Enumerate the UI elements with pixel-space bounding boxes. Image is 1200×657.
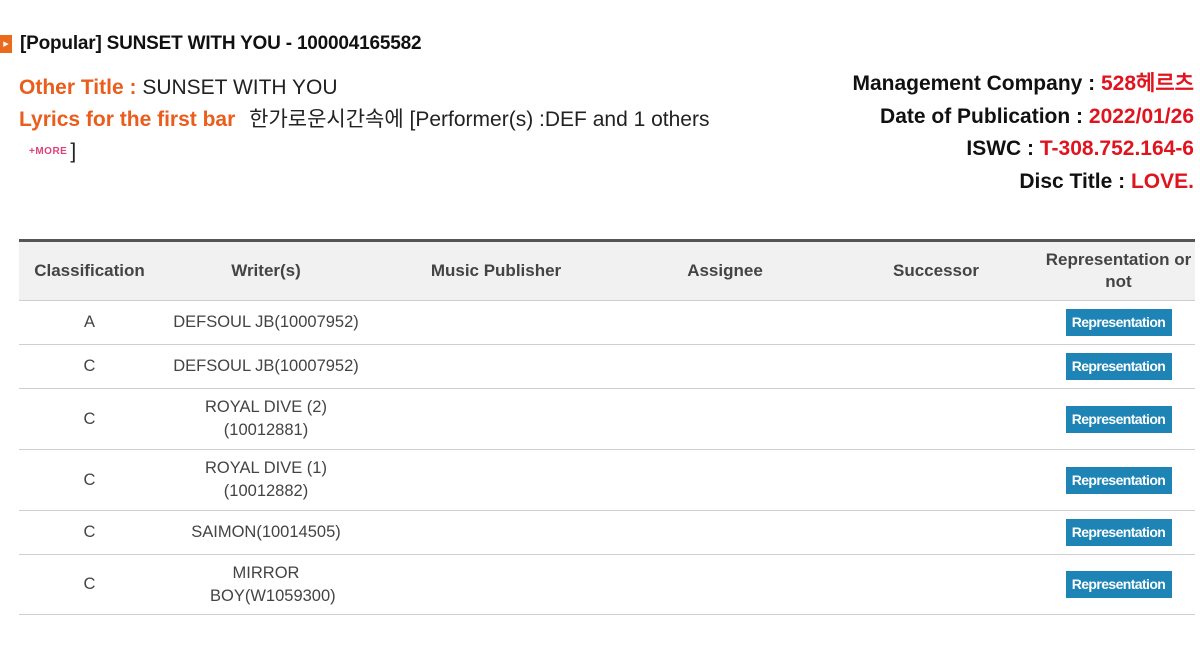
assignee-cell xyxy=(620,554,830,615)
publisher-cell xyxy=(372,510,620,555)
assignee-cell xyxy=(620,449,830,511)
writer-cell: ROYAL DIVE (1) (10012882) xyxy=(160,449,372,511)
representation-cell: Representation xyxy=(1042,554,1195,615)
publisher-cell xyxy=(372,388,620,450)
management-company-line: Management Company : 528헤르츠 xyxy=(852,68,1194,101)
successor-cell xyxy=(830,510,1042,555)
writer-cell: DEFSOUL JB(10007952) xyxy=(160,300,372,345)
table-row: A DEFSOUL JB(10007952) Representation xyxy=(19,300,1195,345)
column-header-music-publisher: Music Publisher xyxy=(372,239,620,301)
song-info-left: Other Title : SUNSET WITH YOU Lyrics for… xyxy=(19,72,739,168)
classification-cell: C xyxy=(19,388,160,450)
representation-cell: Representation xyxy=(1042,510,1195,555)
representation-cell: Representation xyxy=(1042,388,1195,450)
rights-holders-table: Classification Writer(s) Music Publisher… xyxy=(19,239,1195,615)
management-company-label: Management Company : xyxy=(852,72,1096,95)
publisher-cell xyxy=(372,344,620,389)
publisher-cell xyxy=(372,449,620,511)
iswc-label: ISWC : xyxy=(966,137,1035,160)
lyrics-value: 한가로운시간속에 xyxy=(249,108,404,131)
table-row: C ROYAL DIVE (1) (10012882) Representati… xyxy=(19,449,1195,511)
successor-cell xyxy=(830,344,1042,389)
writer-cell: DEFSOUL JB(10007952) xyxy=(160,344,372,389)
publisher-cell xyxy=(372,300,620,345)
column-header-writers: Writer(s) xyxy=(160,239,372,301)
column-header-representation: Representation or not xyxy=(1042,239,1195,301)
successor-cell xyxy=(830,554,1042,615)
writer-cell: MIRROR BOY(W1059300) xyxy=(160,554,372,615)
classification-cell: C xyxy=(19,449,160,511)
representation-button[interactable]: Representation xyxy=(1065,571,1172,598)
song-info-right: Management Company : 528헤르츠 Date of Publ… xyxy=(852,68,1194,198)
classification-cell: A xyxy=(19,300,160,345)
publication-date-label: Date of Publication : xyxy=(880,104,1084,128)
assignee-cell xyxy=(620,510,830,555)
publication-date-line: Date of Publication : 2022/01/26 xyxy=(852,101,1194,134)
representation-cell: Representation xyxy=(1042,449,1195,511)
writer-cell: SAIMON(10014505) xyxy=(160,510,372,555)
more-button[interactable]: +MORE xyxy=(29,136,67,168)
successor-cell xyxy=(830,449,1042,511)
representation-button[interactable]: Representation xyxy=(1065,519,1172,546)
classification-cell: C xyxy=(19,554,160,615)
performers-text: [Performer(s) :DEF and 1 others xyxy=(409,108,710,131)
table-row: C SAIMON(10014505) Representation xyxy=(19,510,1195,555)
other-title-value: SUNSET WITH YOU xyxy=(142,76,338,99)
assignee-cell xyxy=(620,388,830,450)
publisher-cell xyxy=(372,554,620,615)
table-row: C ROYAL DIVE (2) (10012881) Representati… xyxy=(19,388,1195,450)
assignee-cell xyxy=(620,344,830,389)
disc-title-value: LOVE. xyxy=(1130,169,1194,193)
representation-button[interactable]: Representation xyxy=(1065,405,1172,433)
disc-title-line: Disc Title : LOVE. xyxy=(852,166,1194,199)
representation-cell: Representation xyxy=(1042,344,1195,389)
publication-date-value: 2022/01/26 xyxy=(1088,104,1194,128)
assignee-cell xyxy=(620,300,830,345)
writer-cell: ROYAL DIVE (2) (10012881) xyxy=(160,388,372,450)
column-header-successor: Successor xyxy=(830,239,1042,301)
classification-cell: C xyxy=(19,510,160,555)
table-row: C MIRROR BOY(W1059300) Representation xyxy=(19,554,1195,615)
representation-button[interactable]: Representation xyxy=(1065,466,1172,494)
disc-title-label: Disc Title : xyxy=(1019,169,1126,193)
lyrics-line: Lyrics for the first bar 한가로운시간속에 [Perfo… xyxy=(19,104,739,168)
column-header-classification: Classification xyxy=(19,239,160,301)
other-title-label: Other Title : xyxy=(19,76,137,99)
column-header-assignee: Assignee xyxy=(620,239,830,301)
iswc-value: T-308.752.164-6 xyxy=(1039,137,1194,160)
other-title-line: Other Title : SUNSET WITH YOU xyxy=(19,72,739,104)
chevron-right-icon: ▸ xyxy=(0,35,12,53)
iswc-line: ISWC : T-308.752.164-6 xyxy=(852,133,1194,166)
successor-cell xyxy=(830,300,1042,345)
lyrics-label: Lyrics for the first bar xyxy=(19,108,236,131)
song-title-row: ▸ [Popular] SUNSET WITH YOU - 1000041655… xyxy=(0,30,422,58)
performers-close: ] xyxy=(70,140,77,163)
management-company-value: 528헤르츠 xyxy=(1101,72,1194,95)
successor-cell xyxy=(830,388,1042,450)
representation-button[interactable]: Representation xyxy=(1065,353,1172,380)
song-title: [Popular] SUNSET WITH YOU - 100004165582 xyxy=(20,33,422,54)
representation-button[interactable]: Representation xyxy=(1065,309,1172,336)
classification-cell: C xyxy=(19,344,160,389)
table-row: C DEFSOUL JB(10007952) Representation xyxy=(19,344,1195,389)
table-header-row: Classification Writer(s) Music Publisher… xyxy=(19,239,1195,301)
representation-cell: Representation xyxy=(1042,300,1195,345)
